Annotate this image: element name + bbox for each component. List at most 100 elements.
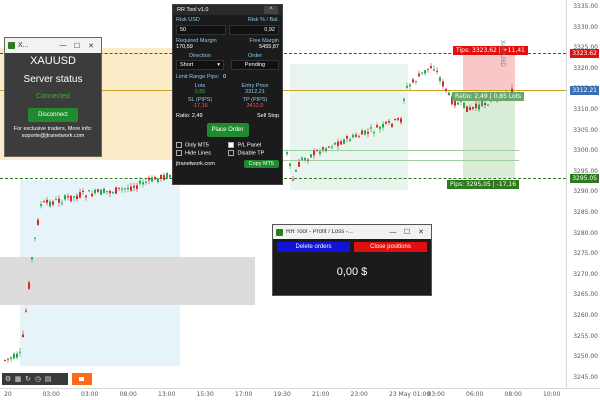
candle-body [28,282,30,289]
entry-price-value[interactable]: 3312,21 [231,89,279,95]
candle-body [7,358,9,360]
candle-body [124,188,126,190]
maximize-icon[interactable]: ☐ [70,42,84,50]
time-tick: 08:00 [504,391,522,398]
candle-body [139,180,141,184]
time-tick: 08:00 [119,391,137,398]
price-tick: 3245.00 [573,373,598,381]
limit-range-value[interactable]: 0 [223,74,226,80]
disconnect-button[interactable]: Disconnect [28,108,78,122]
copy-mt5-button[interactable]: Copy MT5 [243,159,279,168]
direction-label: Direction [189,53,211,59]
price-tick: 3260.00 [573,312,598,319]
chart-icon[interactable]: ▤ [44,375,52,383]
candle-body [295,170,297,172]
candle-body [376,125,378,128]
delete-orders-button[interactable]: Delete orders [277,242,350,252]
candle-body [103,188,105,194]
gear-icon[interactable]: ⚙ [4,375,12,383]
risk-usd-input[interactable]: 50 [176,25,226,35]
close-icon[interactable]: ✕ [84,42,98,50]
close-icon[interactable]: ✕ [414,228,428,236]
ratio-label: Ratio: 2,49 | 0,85 Lots [452,92,525,101]
risk-percent-input[interactable]: 0,92 [229,25,279,35]
candle-body [61,202,63,204]
time-tick: 17:00 [235,391,253,398]
candle-body [424,70,426,74]
candle-body [148,177,150,181]
candle-body [154,176,156,180]
candle-body [121,188,123,190]
candle-body [358,136,360,138]
sl-label: Pips: 3295,05 | -17,16 [447,180,520,189]
candle-body [16,353,18,358]
required-margin-value: 170,59 [176,44,193,50]
candle-body [322,147,324,150]
clock-icon[interactable]: ◷ [34,375,42,383]
candle-body [109,190,111,194]
candle-body [415,81,417,83]
candle-body [91,193,93,197]
grid-icon[interactable]: ▦ [14,375,22,383]
pl-panel-checkbox[interactable]: P/L Panel [228,142,279,148]
disable-tp-checkbox[interactable]: Disable TP [228,150,279,157]
candle-body [418,73,420,77]
profit-loss-window[interactable]: RR Tool - Profit / Loss -... — ☐ ✕ Delet… [272,224,432,296]
candle-body [367,131,369,134]
website-link[interactable]: jtranetwork.com [176,161,215,167]
candle-body [439,77,441,82]
maximize-icon[interactable]: ☐ [400,228,414,236]
sell-stop-text: Sell Stop [256,113,279,119]
server-status-title: Server status [23,74,83,85]
server-status-value: Connected [36,93,70,100]
server-status-window[interactable]: X... — ☐ ✕ XAUUSD Server status Connecte… [4,37,102,157]
direction-select[interactable]: Short ▾ [176,60,224,70]
stop-button[interactable] [72,373,92,385]
candle-body [49,201,51,207]
candle-body [337,141,339,147]
tp-price-tag: 3323.62 [570,49,599,58]
price-axis[interactable]: 3335.003330.003325.003320.003315.003310.… [566,0,600,388]
minimize-icon[interactable]: — [386,229,400,236]
candle-body [298,162,300,167]
candle-body [313,150,315,156]
refresh-icon[interactable]: ↻ [24,375,32,383]
candle-body [460,101,462,103]
profit-loss-value: 0,00 $ [336,266,368,278]
minimize-icon[interactable]: — [56,42,70,49]
candle-body [118,187,120,189]
collapse-icon[interactable]: ^ [264,6,278,14]
candle-body [481,100,483,107]
profit-loss-titlebar[interactable]: RR Tool - Profit / Loss -... — ☐ ✕ [273,225,431,239]
support-email[interactable]: soporte@jtranetwork.com [5,133,101,140]
place-order-button[interactable]: Place Order [206,123,249,137]
hide-lines-checkbox[interactable]: Hide Lines [176,150,228,157]
only-mt5-checkbox[interactable]: Only MT5 [176,142,228,148]
order-type-button[interactable]: Pending [231,60,279,70]
price-tick: 3320.00 [573,64,598,72]
time-tick: 19:30 [273,391,291,398]
candle-body [31,257,33,260]
time-axis[interactable]: 20 03:00 03:00 08:00 13:00 15:30 17:00 19:30 21:… [0,388,600,400]
candle-body [361,130,363,135]
candle-body [430,66,432,69]
candle-body [100,189,102,195]
only-mt5-label: Only MT5 [185,142,209,149]
candle-body [22,334,24,338]
candle-body [52,201,54,205]
candle-body [46,199,48,203]
rr-tool-panel[interactable]: RR Tool v1.0 ^ Risk USD Risk % / Bal. 50… [172,4,283,185]
price-tick: 3280.00 [573,229,598,237]
rr-tool-titlebar[interactable]: RR Tool v1.0 ^ [173,5,282,15]
bottom-toolbar[interactable]: ⚙ ▦ ↻ ◷ ▤ [2,373,68,385]
server-window-titlebar[interactable]: X... — ☐ ✕ [5,38,101,53]
close-positions-button[interactable]: Close positions [354,242,427,252]
candle-body [304,157,306,160]
current-price-tag: 3312.21 [570,86,599,95]
candle-body [457,102,459,105]
sl-pips-value[interactable]: -17,16 [176,103,224,109]
candle-body [355,134,357,137]
candle-body [388,120,390,123]
candle-body [427,68,429,70]
tp-pips-value[interactable]: 3412,0 [231,103,279,109]
